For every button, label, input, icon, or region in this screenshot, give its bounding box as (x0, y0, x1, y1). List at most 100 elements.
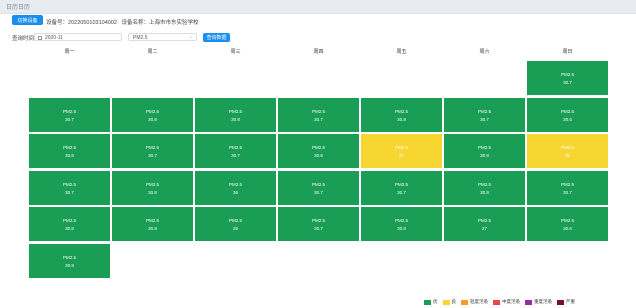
cell-value: 30.7 (231, 153, 240, 158)
legend-label: 重度污染 (534, 299, 552, 304)
cell-pollutant-label: PM2.5 (311, 145, 325, 150)
cell-value: 30.6 (563, 226, 572, 231)
device-no-label: 设备号： (46, 20, 69, 26)
calendar-day-cell[interactable]: PM2.5 30.8 (360, 206, 443, 242)
cell-value: 30.8 (148, 116, 157, 122)
legend-swatch (424, 299, 431, 305)
calendar-day-cell[interactable]: PM2.5 30.8 (28, 206, 111, 242)
calendar-day-cell[interactable]: PM2.5 26 (194, 206, 277, 242)
calendar-day-cell[interactable]: PM2.5 30.8 (194, 96, 277, 133)
calendar-day-cell[interactable]: PM2.5 30.7 (28, 169, 111, 206)
window-title: 日历日历 (6, 5, 31, 11)
calendar-day-cell[interactable]: PM2.5 30.8 (28, 242, 111, 279)
legend-label: 中度污染 (502, 299, 520, 304)
calendar-day-cell[interactable]: PM2.5 37 (360, 133, 443, 169)
cell-value: 27 (481, 226, 487, 231)
cell-value: 30.8 (148, 189, 157, 195)
date-value: 2020-11 (45, 35, 63, 41)
cell-value: 30.7 (314, 189, 323, 195)
cell-pollutant-label: PM2.5 (228, 218, 242, 223)
cell-value: 26 (232, 226, 238, 231)
legend-label: 良 (451, 299, 457, 304)
cell-pollutant-label: PM2.5 (477, 218, 491, 223)
pollutant-select[interactable]: PM2.5 ⌄ (128, 33, 197, 41)
cell-value: 30.8 (148, 226, 157, 231)
calendar-day-cell[interactable]: PM2.5 30.7 (360, 169, 443, 206)
cell-pollutant-label: PM2.5 (311, 108, 325, 114)
calendar-day-cell[interactable]: PM2.5 30.7 (277, 96, 360, 133)
cell-value: 30.8 (231, 116, 240, 122)
cell-value: 30.8 (65, 262, 74, 268)
calendar-day-cell[interactable]: PM2.5 30.8 (111, 206, 194, 242)
calendar-day-cell[interactable]: PM2.5 30.8 (28, 133, 111, 169)
legend-swatch (557, 299, 564, 305)
cell-pollutant-label: PM2.5 (228, 145, 242, 150)
calendar-day-cell[interactable]: PM2.5 30.7 (111, 133, 194, 169)
weekday-label: 周一 (64, 49, 75, 55)
calendar-day-cell[interactable]: PM2.5 36 (194, 169, 277, 206)
weekday-label: 周三 (230, 49, 241, 55)
calendar-day-cell[interactable]: PM2.5 30.7 (443, 96, 526, 133)
cell-value: 30.7 (480, 116, 489, 122)
calendar-day-cell[interactable]: PM2.5 30.7 (194, 133, 277, 169)
cell-value: 30.7 (65, 189, 74, 195)
calendar-day-cell[interactable]: PM2.5 30.7 (277, 169, 360, 206)
cell-pollutant-label: PM2.5 (62, 145, 76, 150)
calendar-day-cell[interactable]: PM2.5 30.6 (526, 96, 609, 133)
cell-pollutant-label: PM2.5 (62, 218, 76, 223)
legend-label: 优 (433, 299, 438, 304)
cell-pollutant-label: PM2.5 (394, 108, 408, 114)
cell-pollutant-label: PM2.5 (394, 218, 408, 223)
legend-swatch (442, 299, 450, 305)
cell-pollutant-label: PM2.5 (560, 181, 574, 187)
pollutant-value: PM2.5 (133, 35, 148, 41)
legend-item: 严重 (557, 299, 575, 305)
legend-item: 良 (442, 299, 457, 305)
weekday-label: 周日 (562, 49, 573, 55)
cell-pollutant-label: PM2.5 (394, 145, 408, 150)
legend-swatch (493, 299, 500, 305)
device-info: 设备号：2022050103104002 设备名称：上海市市东实验学校 (46, 18, 199, 26)
device-name-label: 设备名称： (121, 20, 150, 26)
cell-value: 30.7 (563, 80, 572, 85)
cell-pollutant-label: PM2.5 (145, 145, 159, 150)
calendar-day-cell[interactable]: PM2.5 30.6 (277, 133, 360, 169)
cell-value: 30.7 (65, 116, 74, 122)
legend-label: 严重 (566, 299, 575, 304)
legend-item: 轻度污染 (461, 299, 488, 305)
calendar-day-cell[interactable]: PM2.5 27 (443, 206, 526, 242)
weekday-label: 周六 (479, 49, 490, 55)
cell-pollutant-label: PM2.5 (394, 181, 408, 187)
cell-pollutant-label: PM2.5 (145, 218, 159, 223)
device-name: 上海市市东实验学校 (149, 20, 199, 26)
cell-pollutant-label: PM2.5 (145, 108, 159, 114)
cell-pollutant-label: PM2.5 (62, 254, 76, 260)
switch-device-button[interactable]: 切换设备 (12, 15, 43, 25)
cell-value: 36 (232, 189, 238, 195)
weekday-label: 周四 (313, 49, 324, 55)
query-time-label: 查询时间 (12, 36, 35, 42)
cell-pollutant-label: PM2.5 (145, 181, 159, 187)
date-picker[interactable]: 2020-11 (34, 33, 122, 41)
calendar-day-cell[interactable]: PM2.5 30.7 (277, 206, 360, 242)
calendar-day-cell[interactable]: PM2.5 35 (526, 133, 609, 169)
chevron-down-icon: ⌄ (188, 34, 193, 40)
cell-pollutant-label: PM2.5 (62, 108, 76, 114)
calendar-day-cell[interactable]: PM2.5 30.8 (111, 96, 194, 133)
calendar-day-cell[interactable]: PM2.5 30.8 (443, 133, 526, 169)
cell-value: 30.6 (563, 116, 572, 122)
legend-swatch (461, 299, 468, 305)
calendar-day-cell[interactable]: PM2.5 30.8 (111, 169, 194, 206)
cell-value: 37 (398, 153, 404, 158)
calendar-day-cell[interactable]: PM2.5 30.8 (443, 169, 526, 206)
calendar-day-cell[interactable]: PM2.5 30.7 (28, 96, 111, 133)
calendar-day-cell[interactable]: PM2.5 30.7 (526, 169, 609, 206)
calendar-day-cell[interactable]: PM2.5 30.8 (360, 96, 443, 133)
weekday-label: 周五 (396, 49, 407, 55)
cell-pollutant-label: PM2.5 (62, 181, 76, 187)
cell-value: 30.6 (314, 153, 323, 158)
legend-label: 轻度污染 (470, 299, 488, 304)
calendar-day-cell[interactable]: PM2.5 30.6 (526, 206, 609, 242)
calendar-day-cell[interactable]: PM2.5 30.7 (526, 60, 609, 96)
query-button[interactable]: 查询数据 (203, 33, 230, 42)
